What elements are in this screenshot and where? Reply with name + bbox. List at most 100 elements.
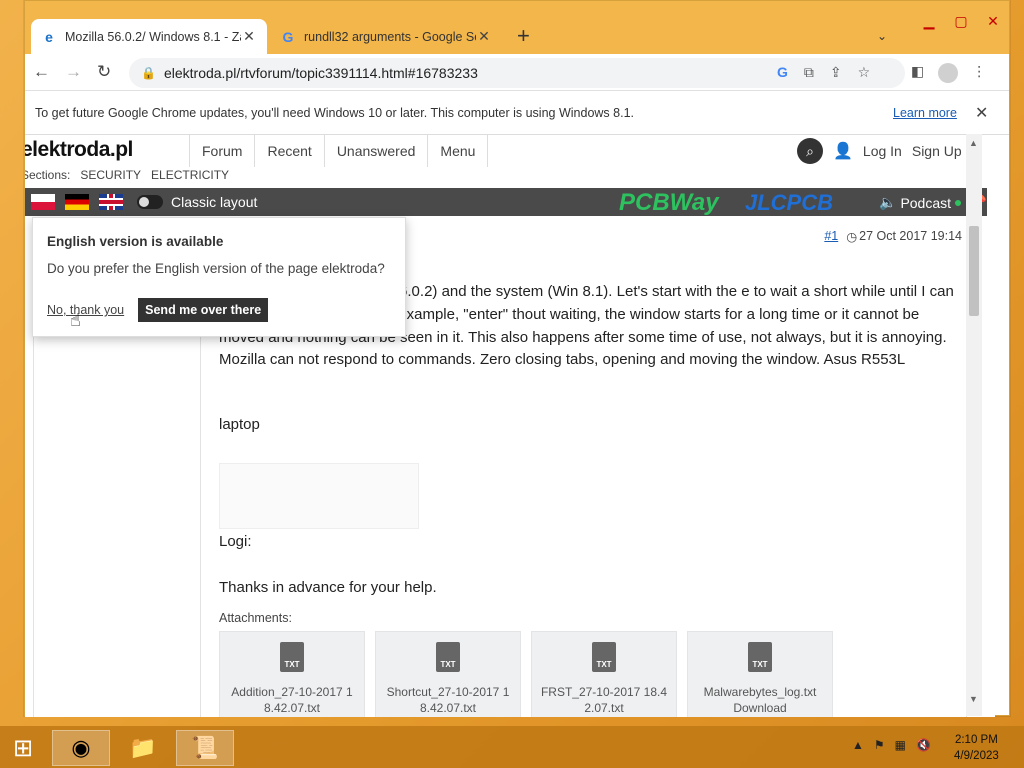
uk-flag-icon[interactable] — [99, 194, 123, 210]
file-explorer-icon[interactable]: 📁 — [114, 730, 172, 766]
nav-menu[interactable]: Menu — [428, 135, 489, 167]
send-me-button[interactable]: Send me over there — [138, 298, 269, 322]
infobar-close-icon[interactable]: ✕ — [975, 103, 988, 123]
scroll-down-icon[interactable]: ▼ — [969, 694, 978, 704]
lock-icon: 🔒 — [141, 66, 156, 80]
podcast-link[interactable]: 🔈 Podcast — [879, 194, 962, 211]
pcbway-logo[interactable]: PCBWay — [619, 189, 719, 217]
attachment-name: Shortcut_27-10-2017 1 8.42.07.txt — [386, 685, 510, 715]
post-text-thanks: Thanks in advance for your help. — [219, 579, 437, 596]
url-text: elektroda.pl/rtvforum/topic3391114.html#… — [163, 65, 478, 81]
reload-icon[interactable]: ↻ — [97, 62, 111, 82]
new-tab-button[interactable]: + — [517, 23, 530, 49]
section-electricity[interactable]: ELECTRICITY — [151, 168, 229, 188]
tab-search-icon[interactable]: ⌄ — [877, 29, 887, 43]
site-search-icon[interactable]: ⌕ — [797, 138, 823, 164]
attachment-name: FRST_27-10-2017 18.4 2.07.txt — [540, 685, 668, 715]
txt-file-icon: TXT — [592, 642, 616, 672]
network-icon[interactable]: ▦ — [895, 738, 906, 752]
scroll-up-icon[interactable]: ▲ — [969, 138, 978, 148]
share-icon[interactable]: ⇪ — [830, 64, 842, 81]
volume-muted-icon[interactable]: 🔇 — [916, 738, 931, 752]
podcast-label: Podcast — [900, 194, 952, 211]
attachment-item[interactable]: TXT FRST_27-10-2017 18.4 2.07.txt — [531, 631, 677, 717]
tab-inactive[interactable]: G rundll32 arguments - Google Se ✕ — [270, 19, 502, 54]
close-tab-icon[interactable]: ✕ — [476, 28, 492, 45]
maximize-button[interactable]: ▢ — [945, 7, 977, 35]
popup-title: English version is available — [47, 234, 224, 249]
post-date: 27 Oct 2017 19:14 — [859, 229, 962, 243]
forward-icon[interactable]: → — [65, 62, 82, 82]
site-header: elektroda.pl Forum Recent Unanswered Men… — [25, 135, 995, 167]
signup-link[interactable]: Sign Up — [912, 143, 962, 159]
speaker-icon: 🔈 — [879, 194, 897, 210]
txt-file-icon: TXT — [748, 642, 772, 672]
ie-e-icon: e — [45, 28, 53, 45]
language-bar: Classic layout PCBWay JLCPCB 🔈 Podcast 📌 — [25, 188, 987, 216]
infobar-message: To get future Google Chrome updates, you… — [35, 105, 634, 120]
nav-forum[interactable]: Forum — [189, 135, 256, 167]
tab-active[interactable]: e Mozilla 56.0.2/ Windows 8.1 - Za ✕ — [31, 19, 267, 54]
translate-icon[interactable]: ⧉ — [804, 64, 814, 81]
more-menu-icon[interactable]: ⋮ — [972, 63, 986, 83]
attachment-item[interactable]: TXT Addition_27-10-2017 1 8.42.07.txt — [219, 631, 365, 717]
script-app-icon[interactable]: 📜 — [176, 730, 234, 766]
clock-icon: ◷ — [846, 230, 858, 244]
bookmark-star-icon[interactable]: ☆ — [858, 64, 871, 81]
close-tab-icon[interactable]: ✕ — [241, 28, 257, 45]
classic-layout-label: Classic layout — [171, 194, 258, 210]
login-link[interactable]: Log In — [863, 143, 902, 159]
no-thanks-link[interactable]: No, thank you — [47, 303, 124, 317]
chrome-taskbar-icon[interactable]: ◉ — [52, 730, 110, 766]
taskbar-clock[interactable]: 2:10 PM 4/9/2023 — [954, 732, 999, 764]
clock-time: 2:10 PM — [954, 734, 998, 746]
chrome-window: e Mozilla 56.0.2/ Windows 8.1 - Za ✕ G r… — [24, 0, 1010, 717]
site-logo[interactable]: elektroda.pl — [25, 138, 133, 162]
attachment-item[interactable]: TXT Malwarebytes_log.txt Download — [687, 631, 833, 717]
nav-recent[interactable]: Recent — [255, 135, 325, 167]
action-center-icon[interactable]: ⚑ — [874, 738, 885, 752]
sections-label: Sections: — [25, 168, 71, 182]
taskbar: ⊞ ◉ 📁 📜 ▲ ⚑ ▦ 🔇 2:10 PM 4/9/2023 — [0, 726, 1024, 768]
classic-layout-toggle[interactable] — [137, 195, 163, 209]
user-icon: 👤 — [833, 143, 853, 160]
system-info-image[interactable] — [219, 463, 419, 529]
txt-file-icon: TXT — [280, 642, 304, 672]
hand-cursor-icon: ☝ — [70, 310, 81, 330]
clock-date: 4/9/2023 — [954, 750, 999, 762]
title-bar: e Mozilla 56.0.2/ Windows 8.1 - Za ✕ G r… — [25, 1, 1009, 54]
attachment-name: Addition_27-10-2017 1 8.42.07.txt — [231, 685, 353, 715]
learn-more-link[interactable]: Learn more — [893, 106, 957, 120]
main-nav: Forum Recent Unanswered Menu — [189, 135, 489, 167]
attachment-item[interactable]: TXT Shortcut_27-10-2017 1 8.42.07.txt — [375, 631, 521, 717]
live-dot-icon — [955, 199, 962, 206]
update-infobar: To get future Google Chrome updates, you… — [25, 91, 1009, 135]
german-flag-icon[interactable] — [65, 194, 89, 210]
polish-flag-icon[interactable] — [31, 194, 55, 210]
google-icon[interactable]: G — [777, 64, 788, 81]
side-panel-icon[interactable]: ◧ — [911, 63, 924, 83]
browser-toolbar: ← → ↻ 🔒 elektroda.pl/rtvforum/topic33911… — [25, 54, 1009, 91]
post-text-laptop: laptop — [219, 416, 260, 433]
attachment-name: Malwarebytes_log.txt Download — [703, 685, 817, 715]
attachments-list: TXT Addition_27-10-2017 1 8.42.07.txt TX… — [219, 631, 833, 717]
jlcpcb-logo[interactable]: JLCPCB — [745, 190, 833, 216]
google-g-icon: G — [282, 28, 294, 45]
tab-title: Mozilla 56.0.2/ Windows 8.1 - Za — [65, 29, 241, 44]
section-security[interactable]: SECURITY — [80, 168, 141, 188]
sections-bar: Sections: SECURITY ELECTRICITY — [25, 168, 229, 188]
minimize-button[interactable]: ▁ — [913, 7, 945, 35]
profile-avatar-icon[interactable] — [938, 63, 959, 83]
close-window-button[interactable]: ✕ — [977, 7, 1009, 35]
nav-unanswered[interactable]: Unanswered — [325, 135, 429, 167]
back-icon[interactable]: ← — [33, 62, 50, 82]
scroll-thumb[interactable] — [969, 226, 979, 316]
tray-expand-icon[interactable]: ▲ — [852, 738, 864, 752]
language-popup: English version is available Do you pref… — [32, 217, 406, 337]
attachments-label: Attachments: — [219, 611, 292, 625]
page-scrollbar[interactable]: ▲ ▼ — [966, 134, 982, 716]
tab-title: rundll32 arguments - Google Se — [304, 29, 476, 44]
post-text-logi: Logi: — [219, 533, 252, 550]
windows-start-icon[interactable]: ⊞ — [2, 730, 44, 766]
post-number-link[interactable]: #1 — [824, 229, 838, 244]
